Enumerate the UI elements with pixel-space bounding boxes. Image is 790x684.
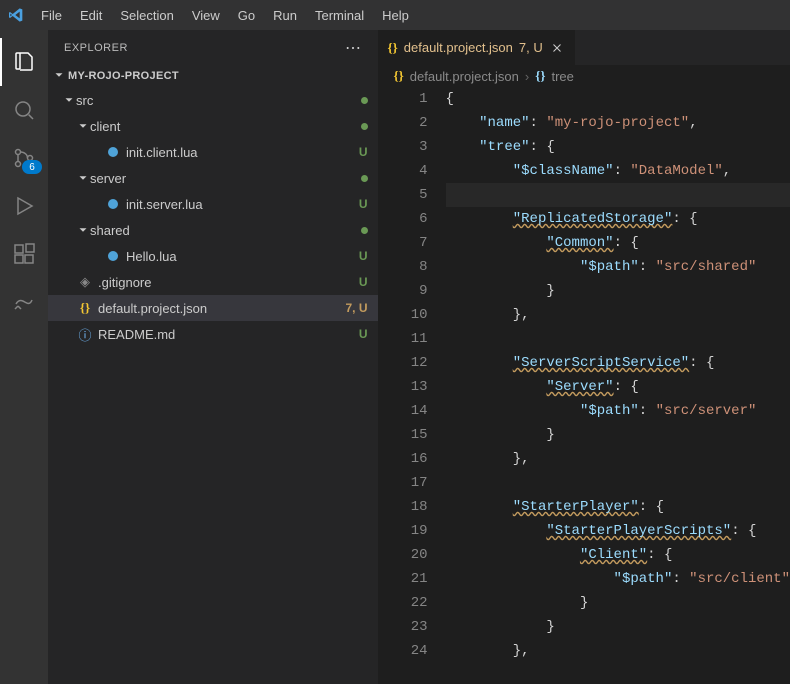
chevron-down-icon <box>76 171 90 185</box>
tab-filename: default.project.json <box>404 40 513 55</box>
tree-row-init-server-lua[interactable]: init.server.luaU <box>48 191 378 217</box>
breadcrumb-file: default.project.json <box>410 69 519 84</box>
menu-terminal[interactable]: Terminal <box>306 4 373 27</box>
git-modified-dot <box>361 123 368 130</box>
menu-run[interactable]: Run <box>264 4 306 27</box>
file-label: README.md <box>98 327 359 342</box>
file-tree: srcclientinit.client.luaUserverinit.serv… <box>48 87 378 684</box>
lua-file-icon <box>104 143 122 161</box>
file-label: default.project.json <box>98 301 346 316</box>
git-status: U <box>359 275 368 289</box>
menu-help[interactable]: Help <box>373 4 418 27</box>
git-modified-dot <box>361 97 368 104</box>
git-status: 7, U <box>346 301 368 315</box>
chevron-down-icon <box>62 93 76 107</box>
git-status: U <box>359 327 368 341</box>
readme-file-icon: ⓘ <box>76 325 94 343</box>
editor-area: {} default.project.json 7, U {} default.… <box>378 30 790 684</box>
project-name: MY-ROJO-PROJECT <box>68 70 179 82</box>
search-activity-icon[interactable] <box>0 86 48 134</box>
explorer-title: EXPLORER <box>64 42 128 54</box>
menu-bar: FileEditSelectionViewGoRunTerminalHelp <box>32 4 418 27</box>
tree-row-server[interactable]: server <box>48 165 378 191</box>
menu-file[interactable]: File <box>32 4 71 27</box>
lua-file-icon <box>104 247 122 265</box>
tree-row-default-project-json[interactable]: {} default.project.json7, U <box>48 295 378 321</box>
line-gutter: 123456789101112131415161718192021222324 <box>378 87 446 684</box>
lua-file-icon <box>104 195 122 213</box>
tree-row--gitignore[interactable]: ◈ .gitignoreU <box>48 269 378 295</box>
scm-activity-icon[interactable]: 6 <box>0 134 48 182</box>
code-lines[interactable]: { "name": "my-rojo-project", "tree": { "… <box>446 87 790 684</box>
breadcrumb-symbol: tree <box>551 69 573 84</box>
breadcrumb[interactable]: {} default.project.json › {} tree <box>378 65 790 87</box>
file-label: .gitignore <box>98 275 359 290</box>
vscode-logo-icon <box>8 7 24 23</box>
chevron-right-icon: › <box>525 69 529 84</box>
scm-badge: 6 <box>22 160 42 174</box>
liveshare-activity-icon[interactable] <box>0 278 48 326</box>
menu-edit[interactable]: Edit <box>71 4 111 27</box>
json-file-icon: {} <box>76 299 94 317</box>
tree-row-readme-md[interactable]: ⓘ README.mdU <box>48 321 378 347</box>
tree-row-init-client-lua[interactable]: init.client.luaU <box>48 139 378 165</box>
explorer-sidebar: EXPLORER ⋯ MY-ROJO-PROJECT src client init… <box>48 30 378 684</box>
tab-git-status: 7, U <box>519 40 543 55</box>
project-title-row[interactable]: MY-ROJO-PROJECT <box>48 65 378 87</box>
code-editor[interactable]: 123456789101112131415161718192021222324 … <box>378 87 790 684</box>
explorer-more-icon[interactable]: ⋯ <box>345 38 362 58</box>
file-label: init.client.lua <box>126 145 359 160</box>
extensions-activity-icon[interactable] <box>0 230 48 278</box>
file-label: shared <box>90 223 361 238</box>
git-status: U <box>359 197 368 211</box>
file-label: init.server.lua <box>126 197 359 212</box>
git-status: U <box>359 249 368 263</box>
debug-activity-icon[interactable] <box>0 182 48 230</box>
git-status: U <box>359 145 368 159</box>
activity-bar: 6 <box>0 30 48 684</box>
close-icon[interactable] <box>549 40 565 56</box>
chevron-down-icon <box>76 223 90 237</box>
menu-selection[interactable]: Selection <box>111 4 182 27</box>
chevron-down-icon <box>76 119 90 133</box>
tree-row-hello-lua[interactable]: Hello.luaU <box>48 243 378 269</box>
tree-row-client[interactable]: client <box>48 113 378 139</box>
symbol-object-icon: {} <box>535 68 545 84</box>
file-label: Hello.lua <box>126 249 359 264</box>
git-modified-dot <box>361 227 368 234</box>
chevron-down-icon <box>52 68 66 85</box>
file-label: src <box>76 93 361 108</box>
tree-row-src[interactable]: src <box>48 87 378 113</box>
file-label: client <box>90 119 361 134</box>
tree-row-shared[interactable]: shared <box>48 217 378 243</box>
explorer-activity-icon[interactable] <box>0 38 48 86</box>
git-modified-dot <box>361 175 368 182</box>
json-file-icon: {} <box>394 68 404 84</box>
tab-default-project-json[interactable]: {} default.project.json 7, U <box>378 30 575 65</box>
explorer-header: EXPLORER ⋯ <box>48 30 378 65</box>
menu-view[interactable]: View <box>183 4 229 27</box>
gitignore-file-icon: ◈ <box>76 273 94 291</box>
editor-tabs: {} default.project.json 7, U <box>378 30 790 65</box>
file-label: server <box>90 171 361 186</box>
titlebar: FileEditSelectionViewGoRunTerminalHelp <box>0 0 790 30</box>
menu-go[interactable]: Go <box>229 4 264 27</box>
json-file-icon: {} <box>388 40 398 56</box>
